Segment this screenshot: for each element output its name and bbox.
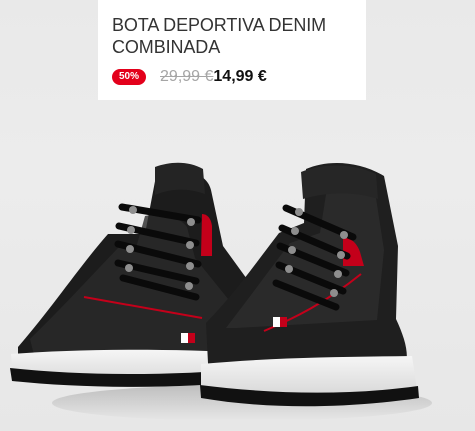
price-group: 29,99 € 14,99 € — [160, 68, 267, 86]
discount-badge: 50% — [112, 69, 147, 85]
sale-price: 14,99 € — [213, 68, 267, 85]
product-image-area: BOTA DEPORTIVA DENIM COMBINADA 50% 29,99… — [0, 0, 475, 431]
product-image — [0, 132, 475, 431]
product-info-card: BOTA DEPORTIVA DENIM COMBINADA 50% 29,99… — [98, 0, 366, 100]
price-row: 50% 29,99 € 14,99 € — [112, 68, 354, 86]
product-title: BOTA DEPORTIVA DENIM COMBINADA — [112, 15, 327, 57]
sneaker-image — [10, 162, 432, 421]
old-price: 29,99 € — [160, 68, 214, 85]
